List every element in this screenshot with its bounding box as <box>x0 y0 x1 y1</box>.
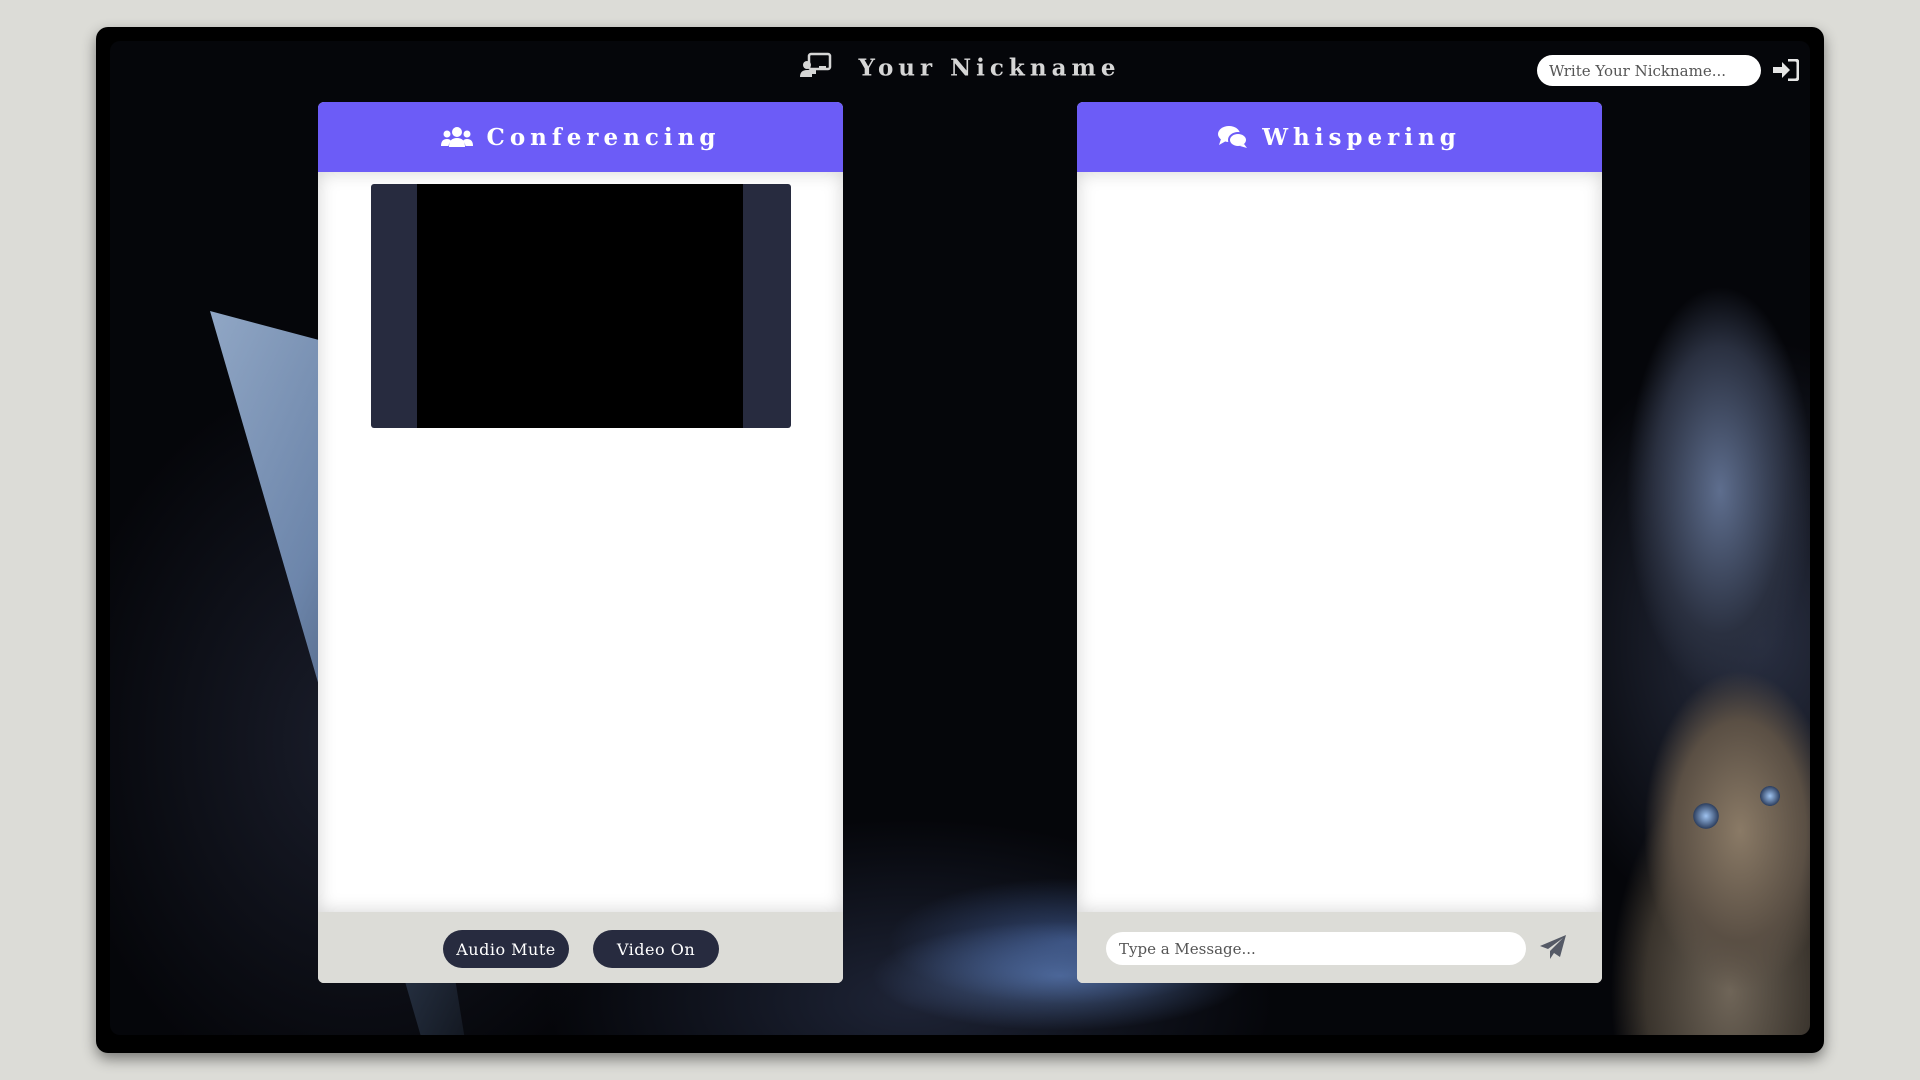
video-tile[interactable] <box>371 184 791 428</box>
video-feed <box>417 184 743 428</box>
audio-mute-button[interactable]: Audio Mute <box>443 930 569 968</box>
page-title: Your Nickname <box>858 54 1121 82</box>
users-icon <box>440 126 473 148</box>
whispering-panel: Whispering <box>1077 102 1602 983</box>
chalkboard-user-icon <box>799 52 832 84</box>
paper-plane-icon <box>1539 934 1567 964</box>
conferencing-body <box>318 172 843 912</box>
conferencing-controls: Audio Mute Video On <box>318 912 843 983</box>
whispering-title: Whispering <box>1262 123 1461 151</box>
sign-in-icon <box>1773 58 1800 85</box>
login-button[interactable] <box>1772 58 1800 85</box>
video-on-button[interactable]: Video On <box>593 930 719 968</box>
send-button[interactable] <box>1537 934 1569 964</box>
message-input[interactable] <box>1106 932 1526 965</box>
conferencing-panel: Conferencing Audio Mute Video On <box>318 102 843 983</box>
whispering-header: Whispering <box>1077 102 1602 172</box>
conferencing-header: Conferencing <box>318 102 843 172</box>
message-composer <box>1077 912 1602 983</box>
nickname-input[interactable] <box>1537 55 1761 86</box>
background-cat <box>1610 211 1810 1035</box>
comments-icon <box>1218 125 1249 149</box>
conferencing-title: Conferencing <box>486 123 721 151</box>
message-list <box>1077 172 1602 912</box>
